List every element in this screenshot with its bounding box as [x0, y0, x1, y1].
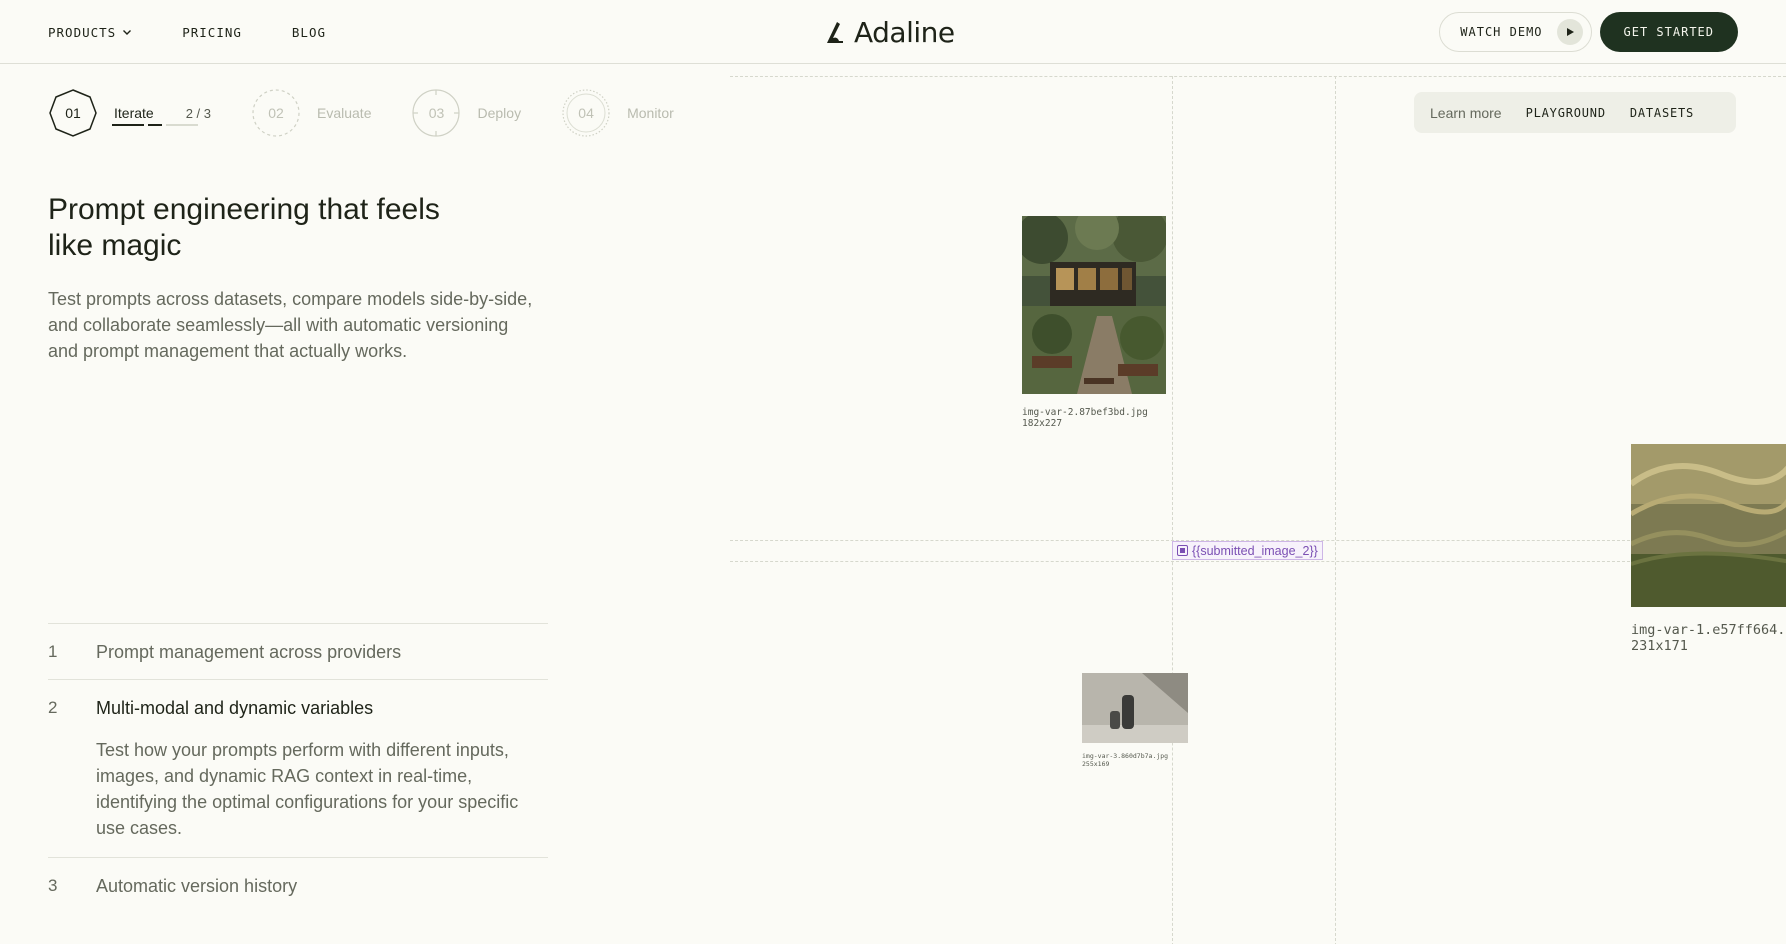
watch-demo-button[interactable]: WATCH DEMO	[1439, 12, 1592, 52]
top-nav: PRODUCTS PRICING BLOG Adaline WATCH DEMO…	[0, 0, 1786, 64]
step-evaluate[interactable]: 02 Evaluate	[251, 88, 371, 138]
step-progress-counter: 2 / 3	[185, 105, 211, 121]
step-number-badge: 03	[411, 88, 461, 138]
variables-canvas: img-var-2.87bef3bd.jpg 182x227 img-var-1…	[730, 64, 1786, 944]
feature-title: Prompt management across providers	[96, 642, 402, 662]
progress-segment	[148, 124, 162, 126]
play-icon	[1556, 19, 1583, 45]
image-filename: img-var-1.e57ff664.jp	[1631, 622, 1786, 638]
step-number-badge: 02	[251, 88, 301, 138]
get-started-label: GET STARTED	[1623, 25, 1714, 39]
title-line-2: like magic	[48, 229, 182, 262]
nav-pricing-link[interactable]: PRICING	[182, 25, 242, 40]
hero-description: Test prompts across datasets, compare mo…	[48, 289, 533, 361]
logo-mark-icon	[827, 22, 843, 43]
feature-item-prompt-management[interactable]: 1 Prompt management across providers	[48, 623, 548, 679]
image-dimensions: 255x169	[1082, 760, 1110, 768]
canvas-tabs: Learn more PLAYGROUND DATASETS	[1414, 92, 1736, 133]
garden-house-image	[1016, 206, 1168, 394]
step-number: 04	[578, 105, 594, 121]
feature-number: 2	[48, 698, 58, 717]
guide-line	[730, 561, 1630, 562]
step-number: 01	[65, 105, 81, 121]
progress-segment	[112, 124, 144, 126]
image-filename: img-var-2.87bef3bd.jpg	[1022, 407, 1148, 418]
step-monitor[interactable]: 04 Monitor	[561, 88, 674, 138]
image-variable-card[interactable]: img-var-3.860d7b7a.jpg 255x169	[1082, 673, 1188, 768]
guide-line	[730, 76, 1786, 77]
step-number: 03	[428, 105, 445, 121]
step-number-badge: 01	[48, 88, 98, 138]
feature-item-version-history[interactable]: 3 Automatic version history	[48, 857, 548, 913]
tab-playground[interactable]: PLAYGROUND	[1526, 106, 1606, 120]
image-dimensions: 182x227	[1022, 418, 1063, 429]
feature-description: Test how your prompts perform with diffe…	[96, 740, 519, 838]
guide-line	[1172, 76, 1173, 944]
variable-name: {{submitted_image_2}}	[1192, 543, 1318, 558]
progress-segment	[166, 124, 198, 126]
step-label: Monitor	[627, 105, 674, 121]
watch-demo-label: WATCH DEMO	[1460, 25, 1543, 39]
learn-more-link[interactable]: Learn more	[1430, 105, 1502, 121]
guide-line	[1335, 76, 1336, 944]
nav-actions: WATCH DEMO GET STARTED	[1439, 12, 1738, 52]
grass-image	[1629, 444, 1786, 607]
image-variable-icon	[1177, 545, 1188, 556]
chevron-down-icon	[123, 30, 132, 35]
get-started-button[interactable]: GET STARTED	[1599, 12, 1738, 52]
feature-title: Multi-modal and dynamic variables	[96, 698, 374, 718]
process-stepper: 01 Iterate 2 / 3 02 Evaluate 03 Deploy 0…	[48, 88, 674, 138]
page-title: Prompt engineering that feels like magic	[48, 192, 508, 264]
feature-number: 1	[48, 642, 58, 661]
image-variable-card[interactable]: img-var-1.e57ff664.jp 231x171	[1629, 444, 1786, 654]
step-iterate[interactable]: 01 Iterate 2 / 3	[48, 88, 211, 138]
image-variable-card[interactable]: img-var-2.87bef3bd.jpg 182x227	[1016, 206, 1168, 429]
feature-number: 3	[48, 876, 58, 895]
step-label: Evaluate	[317, 105, 372, 121]
step-deploy[interactable]: 03 Deploy	[411, 88, 521, 138]
nav-products-label: PRODUCTS	[48, 24, 117, 40]
step-number-badge: 04	[561, 88, 611, 138]
logo[interactable]: Adaline	[824, 14, 955, 50]
nav-products-link[interactable]: PRODUCTS	[48, 25, 132, 40]
title-line-1: Prompt engineering that feels	[48, 193, 440, 226]
step-number: 02	[268, 105, 284, 121]
feature-title: Automatic version history	[96, 876, 298, 896]
image-dimensions: 231x171	[1631, 638, 1688, 654]
step-label: Deploy	[477, 105, 522, 121]
image-variable-chip[interactable]: {{submitted_image_2}}	[1172, 541, 1323, 560]
step-progress-bar	[112, 124, 198, 126]
tab-datasets[interactable]: DATASETS	[1630, 106, 1694, 120]
nav-blog-label: BLOG	[291, 24, 327, 40]
logo-text: Adaline	[854, 15, 955, 49]
image-filename: img-var-3.860d7b7a.jpg	[1082, 752, 1169, 760]
nav-pricing-label: PRICING	[182, 24, 242, 40]
nav-blog-link[interactable]: BLOG	[292, 25, 326, 40]
vases-image	[1082, 673, 1188, 743]
step-label: Iterate	[114, 105, 154, 121]
feature-item-multi-modal[interactable]: 2 Multi-modal and dynamic variables Test…	[48, 679, 548, 857]
feature-list: 1 Prompt management across providers 2 M…	[48, 623, 548, 913]
nav-links: PRODUCTS PRICING BLOG	[48, 0, 326, 64]
